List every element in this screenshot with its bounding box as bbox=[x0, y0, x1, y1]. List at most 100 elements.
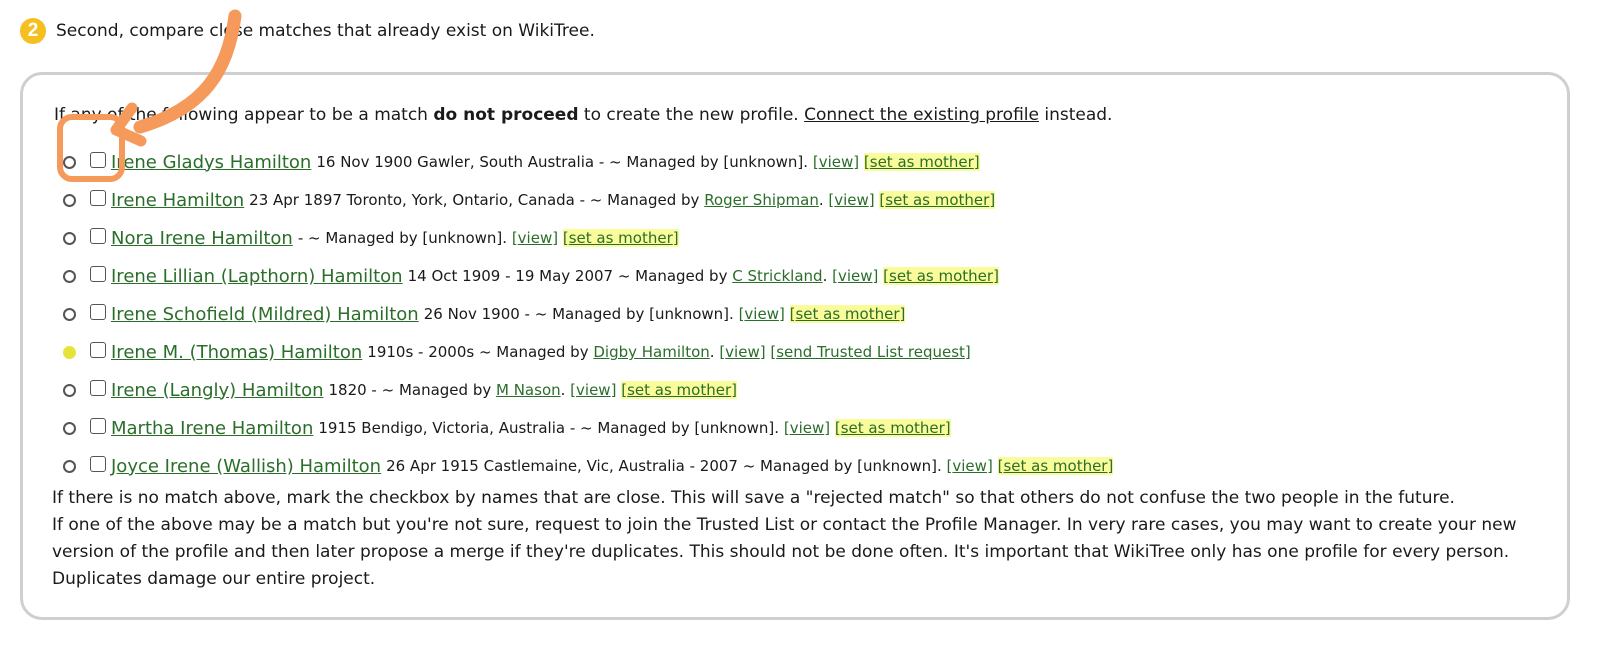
reject-match-checkbox[interactable] bbox=[90, 190, 106, 206]
footer-instructions: If there is no match above, mark the che… bbox=[52, 485, 1532, 593]
view-link-label: view bbox=[517, 229, 553, 247]
intro-bold: do not proceed bbox=[433, 105, 579, 125]
view-link[interactable]: [view] bbox=[828, 191, 874, 209]
intro-after: instead. bbox=[1038, 105, 1113, 125]
view-link[interactable]: [view] bbox=[784, 419, 830, 437]
view-link[interactable]: [view] bbox=[739, 305, 785, 323]
intro-text: If any of the following appear to be a m… bbox=[54, 105, 1112, 125]
profile-manager-text: [unknown] bbox=[723, 153, 804, 171]
profile-details: 1915 Bendigo, Victoria, Australia - ~ Ma… bbox=[318, 419, 690, 437]
set-as-mother-link[interactable]: [set as mother] bbox=[863, 153, 980, 171]
reject-match-checkbox[interactable] bbox=[90, 456, 106, 472]
step-instruction: Second, compare close matches that alrea… bbox=[56, 21, 595, 41]
action-link-label: set as mother bbox=[627, 381, 732, 399]
step-header: 2 Second, compare close matches that alr… bbox=[20, 16, 595, 46]
profile-details: 26 Apr 1915 Castlemaine, Vic, Australia … bbox=[386, 457, 853, 475]
profile-name-link[interactable]: Irene Gladys Hamilton bbox=[111, 152, 311, 173]
view-link[interactable]: [view] bbox=[813, 153, 859, 171]
set-as-mother-link[interactable]: [set as mother] bbox=[562, 229, 679, 247]
view-link[interactable]: [view] bbox=[832, 267, 878, 285]
match-row: Martha Irene Hamilton 1915 Bendigo, Victo… bbox=[63, 409, 1113, 447]
match-radio[interactable] bbox=[63, 193, 76, 207]
match-row: Nora Irene Hamilton - ~ Managed by [unkno… bbox=[63, 219, 1113, 257]
match-radio[interactable] bbox=[63, 269, 76, 283]
profile-manager-text: [unknown] bbox=[422, 229, 503, 247]
footer-line-1: If there is no match above, mark the che… bbox=[52, 488, 1455, 508]
profile-manager-link[interactable]: Digby Hamilton bbox=[593, 343, 709, 361]
action-link-label: set as mother bbox=[889, 267, 994, 285]
profile-name-link[interactable]: Irene Hamilton bbox=[111, 190, 244, 211]
profile-manager-text: [unknown] bbox=[694, 419, 775, 437]
match-radio[interactable] bbox=[63, 459, 76, 473]
reject-match-checkbox[interactable] bbox=[90, 152, 106, 168]
view-link[interactable]: [view] bbox=[570, 381, 616, 399]
action-link-label: set as mother bbox=[869, 153, 974, 171]
match-radio[interactable] bbox=[63, 155, 76, 169]
profile-details: - ~ Managed by bbox=[297, 229, 418, 247]
view-link[interactable]: [view] bbox=[719, 343, 765, 361]
match-row: Irene Gladys Hamilton 16 Nov 1900 Gawler,… bbox=[63, 143, 1113, 181]
reject-match-checkbox[interactable] bbox=[90, 228, 106, 244]
profile-details: 1820 - ~ Managed by bbox=[328, 381, 492, 399]
intro-before: If any of the following appear to be a m… bbox=[54, 105, 434, 125]
reject-match-checkbox[interactable] bbox=[90, 304, 106, 320]
match-row: Irene Hamilton 23 Apr 1897 Toronto, York,… bbox=[63, 181, 1113, 219]
match-radio[interactable] bbox=[63, 307, 76, 321]
profile-details: 14 Oct 1909 - 19 May 2007 ~ Managed by bbox=[407, 267, 728, 285]
reject-match-checkbox[interactable] bbox=[90, 266, 106, 282]
profile-manager-link[interactable]: C Strickland bbox=[732, 267, 822, 285]
set-as-mother-link[interactable]: [set as mother] bbox=[879, 191, 996, 209]
profile-manager-link[interactable]: M Nason bbox=[496, 381, 561, 399]
reject-match-checkbox[interactable] bbox=[90, 380, 106, 396]
set-as-mother-link[interactable]: [set as mother] bbox=[997, 457, 1114, 475]
match-radio[interactable] bbox=[63, 231, 76, 245]
match-row: Irene M. (Thomas) Hamilton 1910s - 2000s … bbox=[63, 333, 1113, 371]
profile-manager-link[interactable]: Roger Shipman bbox=[704, 191, 819, 209]
view-link-label: view bbox=[789, 419, 825, 437]
action-link-label: set as mother bbox=[568, 229, 673, 247]
view-link-label: view bbox=[576, 381, 611, 399]
set-as-mother-link[interactable]: [set as mother] bbox=[789, 305, 906, 323]
set-as-mother-link[interactable]: [set as mother] bbox=[834, 419, 951, 437]
match-row: Irene Schofield (Mildred) Hamilton 26 Nov… bbox=[63, 295, 1113, 333]
profile-name-link[interactable]: Joyce Irene (Wallish) Hamilton bbox=[111, 456, 381, 477]
reject-match-checkbox[interactable] bbox=[90, 342, 106, 358]
profile-name-link[interactable]: Irene (Langly) Hamilton bbox=[111, 380, 323, 401]
matches-panel: If any of the following appear to be a m… bbox=[20, 72, 1570, 620]
view-link[interactable]: [view] bbox=[512, 229, 558, 247]
profile-details: 26 Nov 1900 - ~ Managed by bbox=[423, 305, 645, 323]
profile-manager-text: [unknown] bbox=[857, 457, 937, 475]
profile-name-link[interactable]: Irene Lillian (Lapthorn) Hamilton bbox=[111, 266, 403, 287]
action-link-label: set as mother bbox=[795, 305, 900, 323]
match-radio[interactable] bbox=[63, 345, 76, 359]
match-list: Irene Gladys Hamilton 16 Nov 1900 Gawler,… bbox=[63, 143, 1114, 485]
view-link-label: view bbox=[837, 267, 873, 285]
action-link-label: set as mother bbox=[1003, 457, 1108, 475]
connect-existing-profile-link[interactable]: Connect the existing profile bbox=[804, 105, 1039, 125]
trusted-list-request-link[interactable]: [send Trusted List request] bbox=[770, 343, 970, 361]
reject-match-checkbox[interactable] bbox=[90, 418, 106, 434]
action-link-label: set as mother bbox=[840, 419, 945, 437]
profile-name-link[interactable]: Martha Irene Hamilton bbox=[111, 418, 313, 439]
step-number-badge: 2 bbox=[20, 18, 46, 44]
intro-middle: to create the new profile. bbox=[578, 105, 805, 125]
action-link-label: send Trusted List request bbox=[776, 343, 965, 361]
set-as-mother-link[interactable]: [set as mother] bbox=[621, 381, 737, 399]
profile-name-link[interactable]: Nora Irene Hamilton bbox=[111, 228, 293, 249]
match-radio[interactable] bbox=[63, 383, 76, 397]
profile-details: 23 Apr 1897 Toronto, York, Ontario, Cana… bbox=[249, 191, 700, 209]
set-as-mother-link[interactable]: [set as mother] bbox=[883, 267, 999, 285]
action-link-label: set as mother bbox=[885, 191, 990, 209]
profile-name-link[interactable]: Irene M. (Thomas) Hamilton bbox=[111, 342, 362, 363]
profile-name-link[interactable]: Irene Schofield (Mildred) Hamilton bbox=[111, 304, 419, 325]
view-link-label: view bbox=[725, 343, 760, 361]
profile-details: 1910s - 2000s ~ Managed by bbox=[367, 343, 589, 361]
match-radio[interactable] bbox=[63, 421, 76, 435]
view-link-label: view bbox=[818, 153, 854, 171]
match-row: Irene Lillian (Lapthorn) Hamilton 14 Oct … bbox=[63, 257, 1113, 295]
view-link-label: view bbox=[744, 305, 779, 323]
view-link[interactable]: [view] bbox=[947, 457, 993, 475]
match-row: Joyce Irene (Wallish) Hamilton 26 Apr 191… bbox=[63, 447, 1114, 485]
profile-details: 16 Nov 1900 Gawler, South Australia - ~ … bbox=[316, 153, 719, 171]
view-link-label: view bbox=[952, 457, 987, 475]
